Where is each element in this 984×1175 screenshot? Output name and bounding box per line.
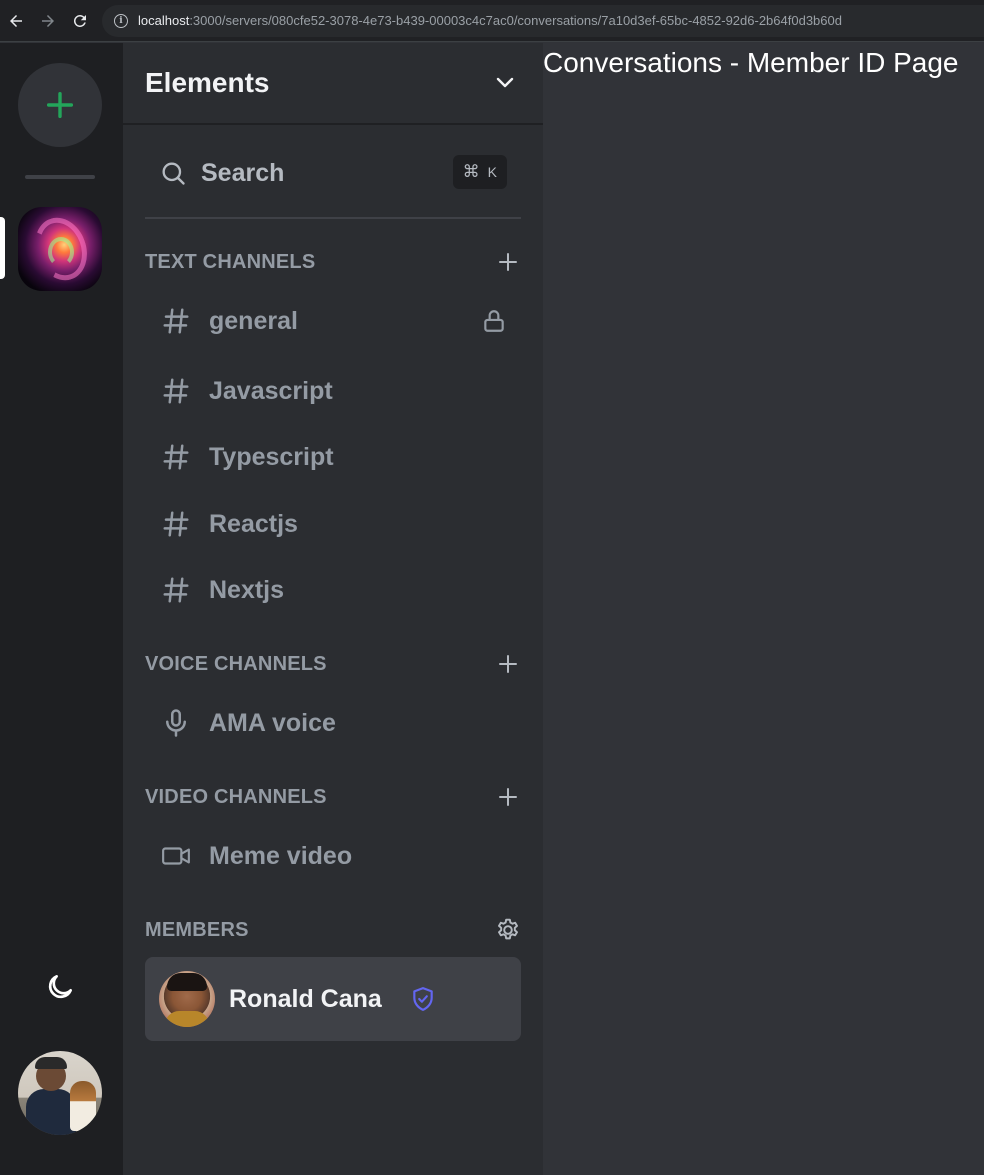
channel-item-general[interactable]: general <box>145 293 521 349</box>
sidebar-divider <box>145 217 521 219</box>
channel-item-reactjs[interactable]: Reactjs <box>145 496 521 552</box>
section-title: VOICE CHANNELS <box>145 652 327 675</box>
search-shortcut: ⌘ K <box>452 155 507 189</box>
channel-item-javascript[interactable]: Javascript <box>145 363 521 419</box>
channel-label: AMA voice <box>209 708 336 737</box>
theme-toggle-button[interactable] <box>40 967 80 1007</box>
channel-label: Javascript <box>209 376 333 405</box>
plus-icon <box>499 788 517 806</box>
arrow-right-icon <box>42 14 54 27</box>
section-members: MEMBERS <box>145 915 521 945</box>
add-server-button[interactable] <box>18 63 102 147</box>
arrow-left-icon <box>10 14 22 27</box>
section-title: MEMBERS <box>145 918 249 941</box>
search-button[interactable]: Search ⌘ K <box>145 143 521 203</box>
section-title: VIDEO CHANNELS <box>145 785 327 808</box>
server-icon-elements[interactable] <box>18 207 102 291</box>
add-video-channel-button[interactable] <box>495 784 521 810</box>
plus-icon <box>46 91 74 119</box>
server-rail <box>0 43 123 1175</box>
channel-label: Meme video <box>209 841 353 870</box>
channel-label: general <box>209 306 298 335</box>
member-avatar <box>159 971 215 1027</box>
plus-icon <box>499 655 517 673</box>
forward-button[interactable] <box>32 0 64 42</box>
video-camera-icon <box>161 841 191 871</box>
search-icon <box>162 162 185 185</box>
channel-label: Nextjs <box>209 575 285 604</box>
member-name: Ronald Cana <box>229 984 382 1013</box>
section-text-channels: TEXT CHANNELS <box>145 247 521 277</box>
channel-label: Reactjs <box>209 509 298 538</box>
rail-separator <box>25 175 95 179</box>
reload-button[interactable] <box>64 0 96 42</box>
search-label: Search <box>201 158 285 187</box>
channel-item-nextjs[interactable]: Nextjs <box>145 562 521 618</box>
browser-toolbar: i localhost :3000/servers/080cfe52-3078-… <box>0 0 984 42</box>
channel-item-meme-video[interactable]: Meme video <box>145 828 521 884</box>
channel-item-ama-voice[interactable]: AMA voice <box>145 695 521 751</box>
section-title: TEXT CHANNELS <box>145 250 316 273</box>
chevron-down-icon <box>496 77 514 88</box>
section-video-channels: VIDEO CHANNELS <box>145 782 521 812</box>
manage-members-button[interactable] <box>495 917 521 943</box>
address-bar[interactable]: i localhost :3000/servers/080cfe52-3078-… <box>102 4 984 37</box>
url-path: :3000/servers/080cfe52-3078-4e73-b439-00… <box>189 13 842 28</box>
hash-icon <box>161 509 191 539</box>
gear-icon <box>498 918 518 940</box>
hash-icon <box>161 376 191 406</box>
channel-item-typescript[interactable]: Typescript <box>145 429 521 485</box>
reload-icon <box>73 14 86 27</box>
command-symbol: ⌘ <box>462 162 480 181</box>
url-host: localhost <box>138 13 190 28</box>
server-header[interactable]: Elements <box>123 43 543 125</box>
server-name: Elements <box>145 67 270 98</box>
hash-icon <box>161 306 191 336</box>
microphone-icon <box>161 708 191 738</box>
main-content: Conversations - Member ID Page <box>543 43 984 1175</box>
page-title: Conversations - Member ID Page <box>543 47 959 78</box>
lock-icon <box>484 310 504 332</box>
channel-label: Typescript <box>209 442 334 471</box>
section-voice-channels: VOICE CHANNELS <box>145 649 521 679</box>
plus-icon <box>499 253 517 271</box>
hash-icon <box>161 442 191 472</box>
shield-check-icon <box>413 987 433 1011</box>
add-voice-channel-button[interactable] <box>495 651 521 677</box>
moon-icon <box>48 975 72 999</box>
back-button[interactable] <box>0 0 32 42</box>
channel-sidebar: Elements Search ⌘ K TEXT CHANNELS genera… <box>123 43 543 1175</box>
member-item[interactable]: Ronald Cana <box>145 957 521 1041</box>
user-avatar[interactable] <box>18 1051 102 1135</box>
hash-icon <box>161 575 191 605</box>
info-icon[interactable]: i <box>114 13 128 28</box>
shortcut-key: K <box>487 164 497 180</box>
active-server-indicator <box>0 217 5 279</box>
add-text-channel-button[interactable] <box>495 249 521 275</box>
